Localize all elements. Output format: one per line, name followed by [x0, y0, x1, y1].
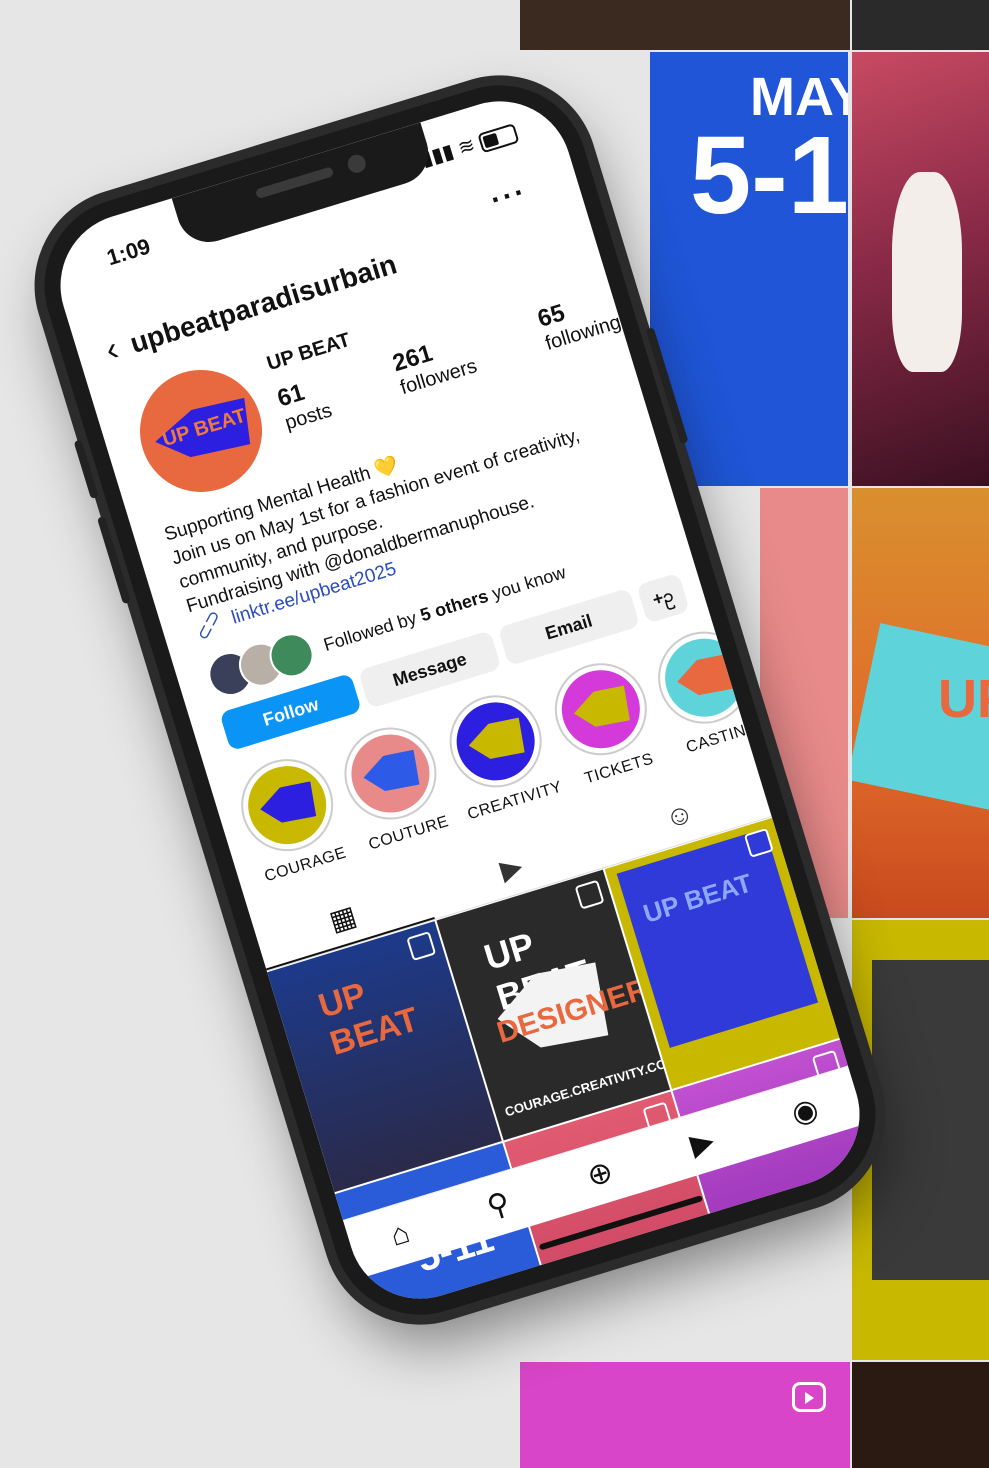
highlight-ring — [333, 716, 448, 831]
bg-up-text: UP — [938, 669, 989, 729]
bg-tile-bottom-pink — [520, 1362, 850, 1468]
profile-nav-icon[interactable]: ◉ — [787, 1091, 822, 1132]
highlight-ring — [543, 651, 659, 767]
bg-tile-runway — [852, 52, 989, 486]
reels-nav-icon[interactable]: ▶ — [686, 1122, 718, 1162]
bg-tile-top-dark — [520, 0, 850, 50]
highlight-label: COUTURE — [366, 813, 451, 854]
bg-tile-bottom-dark — [852, 1362, 989, 1468]
highlight-label: CASTING — [684, 718, 761, 757]
highlight-shape — [673, 651, 738, 704]
status-icons: ▮▮▮ ≋ — [418, 119, 520, 172]
profile-header: ‹ upbeatparadisurbain — [101, 245, 401, 371]
back-arrow-icon[interactable]: ‹ — [101, 330, 123, 371]
highlight-ring — [229, 747, 345, 863]
highlight-cover — [341, 724, 440, 823]
profile-avatar[interactable]: UP BEAT — [124, 354, 278, 508]
highlight-cover — [446, 692, 545, 791]
more-options-icon[interactable]: ··· — [487, 175, 531, 218]
stat-posts[interactable]: 61 posts — [274, 373, 335, 436]
highlight-label: TICKETS — [582, 750, 656, 788]
bg-dates-text: 5-11 — [690, 114, 848, 237]
stat-following[interactable]: 65 following — [535, 284, 624, 356]
battery-icon — [477, 122, 520, 154]
create-icon[interactable]: ⊕ — [583, 1153, 617, 1194]
post-tile-text: UP BEAT — [314, 975, 423, 1063]
bg-reel-icon — [792, 1382, 826, 1412]
highlight-tickets[interactable]: TICKETS — [543, 651, 665, 792]
notch-speaker — [254, 166, 335, 200]
status-time: 1:09 — [103, 233, 154, 271]
bg-tile-up: UP — [852, 488, 989, 918]
bg-tile-yellow — [852, 920, 989, 1360]
highlight-cover — [552, 660, 650, 758]
grid-icon: ▦ — [325, 899, 360, 937]
notch-camera — [345, 152, 368, 176]
highlight-shape — [256, 778, 321, 831]
highlight-label: CREATIVITY — [465, 778, 565, 824]
highlight-shape — [359, 747, 424, 800]
reels-icon: ▶ — [496, 849, 526, 886]
highlight-label: COURAGE — [262, 844, 349, 886]
search-icon[interactable]: ⚲ — [483, 1185, 514, 1225]
highlight-ring — [438, 683, 554, 799]
wifi-icon: ≋ — [455, 133, 478, 160]
username-title: upbeatparadisurbain — [126, 247, 401, 359]
add-person-icon[interactable]: +ဥ — [636, 572, 690, 624]
highlight-shape — [569, 683, 634, 736]
home-icon[interactable]: ⌂ — [387, 1216, 414, 1254]
highlight-shape — [464, 715, 529, 768]
highlight-couture[interactable]: COUTURE — [333, 716, 455, 856]
stat-followers[interactable]: 261 followers — [390, 328, 480, 400]
highlight-courage[interactable]: COURAGE — [229, 747, 352, 888]
bg-tile-top-right — [852, 0, 989, 50]
highlight-creativity[interactable]: CREATIVITY — [436, 683, 565, 824]
tagged-icon: ☺ — [661, 796, 698, 835]
highlight-cover — [238, 756, 336, 854]
